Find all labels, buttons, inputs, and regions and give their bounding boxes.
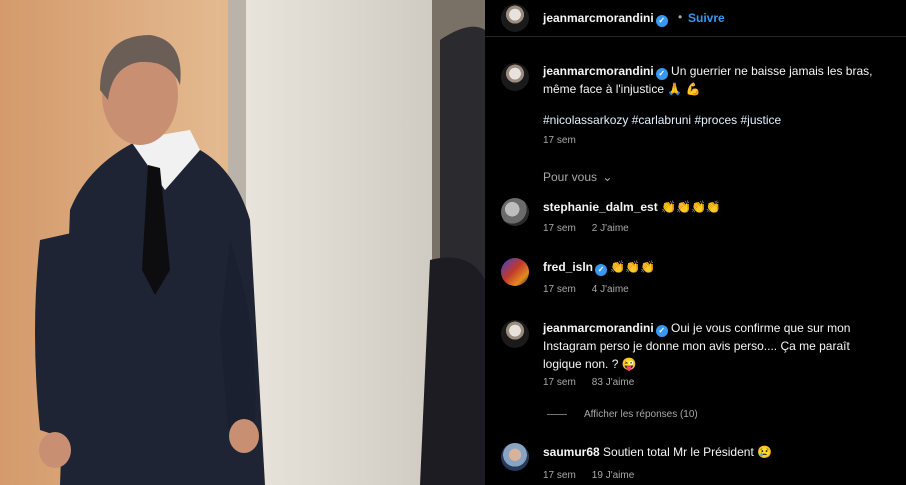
comment-username[interactable]: fred_isln ✓: [543, 260, 608, 276]
author-avatar[interactable]: [501, 4, 529, 32]
comment-time: 17 sem: [543, 377, 576, 388]
comment-username[interactable]: stephanie_dalm_est: [543, 200, 658, 214]
comment-meta: 17 sem 83 J'aime: [543, 377, 634, 388]
post-header: jeanmarcmorandini ✓ • Suivre: [485, 0, 906, 37]
commenter-avatar[interactable]: [501, 320, 529, 348]
comment-likes[interactable]: 19 J'aime: [592, 470, 635, 481]
caption-text: jeanmarcmorandini ✓ Un guerrier ne baisse…: [543, 62, 883, 98]
caption-time: 17 sem: [543, 135, 576, 146]
comment-row: jeanmarcmorandini ✓ Oui je vous confirme …: [543, 319, 883, 373]
comments-panel: jeanmarcmorandini ✓ • Suivre jeanmarcmora…: [485, 0, 906, 485]
comment-text: 👏👏👏👏: [661, 200, 721, 214]
comment-row: saumur68 Soutien total Mr le Président 😢: [543, 443, 772, 461]
commenter-avatar[interactable]: [501, 443, 529, 471]
show-replies-button[interactable]: Afficher les réponses (10): [584, 409, 698, 420]
comment-row: fred_isln ✓ 👏👏👏: [543, 258, 655, 276]
comment-username[interactable]: jeanmarcmorandini ✓: [543, 321, 668, 337]
chevron-down-icon: ⌄: [602, 170, 613, 184]
separator-dot: •: [678, 10, 683, 24]
comment-text: Soutien total Mr le Président 😢: [603, 445, 773, 459]
verified-badge-icon: ✓: [655, 325, 668, 337]
hashtag-link[interactable]: #justice: [740, 113, 781, 127]
verified-badge-icon: ✓: [595, 264, 608, 276]
pour-vous-label[interactable]: Pour vous: [543, 170, 597, 184]
caption-author-name[interactable]: jeanmarcmorandini: [543, 64, 654, 78]
hashtags: #nicolassarkozy #carlabruni #proces #jus…: [543, 113, 781, 127]
caption-author[interactable]: jeanmarcmorandini ✓: [543, 64, 668, 80]
comment-likes[interactable]: 4 J'aime: [592, 284, 629, 295]
hashtag-link[interactable]: #proces: [694, 113, 737, 127]
follow-button[interactable]: Suivre: [688, 11, 725, 25]
comment-text: 👏👏👏: [610, 260, 656, 274]
comment-username[interactable]: saumur68: [543, 445, 600, 459]
comment-username-text[interactable]: jeanmarcmorandini: [543, 321, 654, 335]
comment-likes[interactable]: 83 J'aime: [592, 377, 635, 388]
hashtag-link[interactable]: #nicolassarkozy: [543, 113, 628, 127]
comment-time: 17 sem: [543, 470, 576, 481]
replies-divider: [547, 414, 567, 415]
post-photo[interactable]: [0, 0, 485, 485]
pour-vous-filter[interactable]: Pour vous ⌄: [543, 170, 612, 184]
comment-meta: 17 sem 19 J'aime: [543, 470, 634, 481]
comment-time: 17 sem: [543, 284, 576, 295]
author-name[interactable]: jeanmarcmorandini: [543, 11, 654, 25]
post-image: [0, 0, 485, 485]
commenter-avatar[interactable]: [501, 258, 529, 286]
commenter-avatar[interactable]: [501, 198, 529, 226]
verified-badge-icon: ✓: [655, 15, 668, 27]
caption-avatar[interactable]: [501, 63, 529, 91]
verified-badge-icon: ✓: [655, 68, 668, 80]
comment-row: stephanie_dalm_est 👏👏👏👏: [543, 198, 721, 216]
comment-likes[interactable]: 2 J'aime: [592, 223, 629, 234]
comment-meta: 17 sem 4 J'aime: [543, 284, 629, 295]
author-username[interactable]: jeanmarcmorandini ✓: [543, 11, 668, 27]
comment-meta: 17 sem 2 J'aime: [543, 223, 629, 234]
hashtag-link[interactable]: #carlabruni: [632, 113, 691, 127]
comment-username-text[interactable]: fred_isln: [543, 260, 593, 274]
comment-time: 17 sem: [543, 223, 576, 234]
